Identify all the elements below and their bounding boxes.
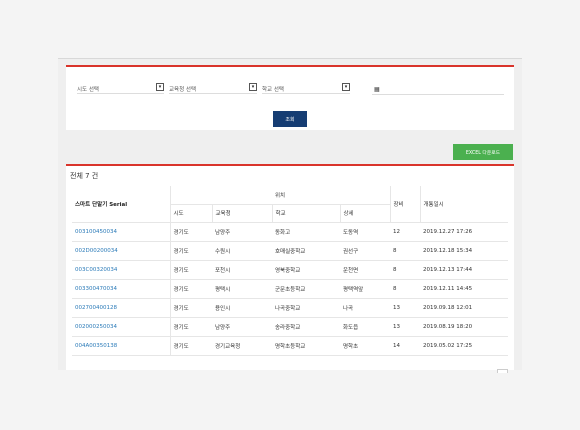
date-input[interactable]: ▦	[372, 86, 504, 95]
date-header: 개통일시	[419, 186, 508, 223]
school-cell: 송라중학교	[272, 317, 340, 337]
school-cell: 영북중학교	[272, 260, 340, 280]
date-cell: 2019.12.11 14:45	[420, 279, 508, 299]
chevron-down-icon[interactable]: ▾	[249, 83, 257, 91]
office-header: 교육청	[211, 204, 272, 223]
serial-link[interactable]: 002700400128	[72, 298, 170, 318]
serial-link[interactable]: 002000250034	[72, 317, 170, 337]
sido-cell: 경기도	[169, 317, 212, 337]
serial-link[interactable]: 002D00200034	[72, 241, 170, 261]
serial-header: 스마트 단말기 Serial	[72, 186, 170, 223]
serial-link[interactable]: 003100450034	[72, 222, 170, 242]
sido-select-label: 시도 선택	[77, 86, 99, 93]
date-cell: 2019.05.02 17:25	[420, 336, 508, 356]
date-cell: 2019.09.18 12:01	[420, 298, 508, 318]
sido-cell: 경기도	[169, 279, 212, 299]
excel-download-button[interactable]: EXCEL 다운로드	[453, 144, 513, 160]
sido-cell: 경기도	[169, 222, 212, 242]
table-row: 004A00350138 경기도 경기교육청 명학초등학교 명학초 14 201…	[72, 336, 508, 356]
count-header: 장비	[389, 186, 420, 223]
sido-header: 시도	[169, 204, 212, 223]
sido-cell: 경기도	[169, 336, 212, 356]
school-cell: 동화고	[272, 222, 340, 242]
office-cell: 수원시	[212, 241, 272, 261]
school-cell: 군문초등학교	[272, 279, 340, 299]
office-cell: 남양주	[212, 222, 272, 242]
search-button[interactable]: 조회	[273, 111, 307, 127]
school-select-label: 학교 선택	[262, 86, 284, 93]
detail-cell: 나곡	[340, 298, 390, 318]
total-count: 전체 7 건	[70, 172, 99, 180]
sido-cell: 경기도	[169, 260, 212, 280]
office-cell: 평택시	[212, 279, 272, 299]
serial-link[interactable]: 003300470034	[72, 279, 170, 299]
results-table: 스마트 단말기 Serial 위치 장비 개통일시 시도 교육청 학교 상세 0…	[72, 186, 508, 356]
detail-cell: 평택역앞	[340, 279, 390, 299]
location-header: 위치	[169, 186, 390, 205]
serial-link[interactable]: 004A00350138	[72, 336, 170, 356]
table-row: 002700400128 경기도 용인시 나곡중학교 나곡 13 2019.09…	[72, 298, 508, 318]
chevron-down-icon[interactable]: ▾	[342, 83, 350, 91]
school-cell: 명학초등학교	[272, 336, 340, 356]
sido-cell: 경기도	[169, 298, 212, 318]
chevron-down-icon[interactable]: ▾	[156, 83, 164, 91]
detail-cell: 화도읍	[340, 317, 390, 337]
detail-header: 상세	[339, 204, 390, 223]
count-cell: 8	[390, 279, 420, 299]
table-row: 003100450034 경기도 남양주 동화고 도동역 12 2019.12.…	[72, 222, 508, 242]
table-row: 002D00200034 경기도 수원시 호매실중학교 권선구 8 2019.1…	[72, 241, 508, 261]
office-cell: 용인시	[212, 298, 272, 318]
count-cell: 8	[390, 260, 420, 280]
detail-cell: 권선구	[340, 241, 390, 261]
serial-link[interactable]: 003C00320034	[72, 260, 170, 280]
detail-cell: 도동역	[340, 222, 390, 242]
count-cell: 13	[390, 298, 420, 318]
pagination-stub[interactable]	[497, 369, 508, 373]
table-row: 002000250034 경기도 남양주 송라중학교 화도읍 13 2019.0…	[72, 317, 508, 337]
sido-select[interactable]: 시도 선택 ▾	[77, 83, 164, 94]
date-cell: 2019.08.19 18:20	[420, 317, 508, 337]
filter-card: 시도 선택 ▾ 교육청 선택 ▾ 학교 선택 ▾ ▦ 조회	[66, 65, 514, 130]
sido-cell: 경기도	[169, 241, 212, 261]
school-cell: 나곡중학교	[272, 298, 340, 318]
detail-cell: 운천면	[340, 260, 390, 280]
date-cell: 2019.12.18 15:34	[420, 241, 508, 261]
office-select[interactable]: 교육청 선택 ▾	[169, 83, 257, 94]
school-select[interactable]: 학교 선택 ▾	[262, 83, 350, 94]
calendar-icon[interactable]: ▦	[374, 86, 380, 93]
office-cell: 포천시	[212, 260, 272, 280]
school-cell: 호매실중학교	[272, 241, 340, 261]
count-cell: 14	[390, 336, 420, 356]
table-row: 003C00320034 경기도 포천시 영북중학교 운천면 8 2019.12…	[72, 260, 508, 280]
date-cell: 2019.12.27 17:26	[420, 222, 508, 242]
count-cell: 13	[390, 317, 420, 337]
date-cell: 2019.12.13 17:44	[420, 260, 508, 280]
office-cell: 경기교육청	[212, 336, 272, 356]
office-cell: 남양주	[212, 317, 272, 337]
count-cell: 8	[390, 241, 420, 261]
school-header: 학교	[271, 204, 340, 223]
result-card: 전체 7 건 스마트 단말기 Serial 위치 장비 개통일시 시도 교육청 …	[66, 164, 514, 370]
office-select-label: 교육청 선택	[169, 86, 197, 93]
count-cell: 12	[390, 222, 420, 242]
detail-cell: 명학초	[340, 336, 390, 356]
table-row: 003300470034 경기도 평택시 군문초등학교 평택역앞 8 2019.…	[72, 279, 508, 299]
